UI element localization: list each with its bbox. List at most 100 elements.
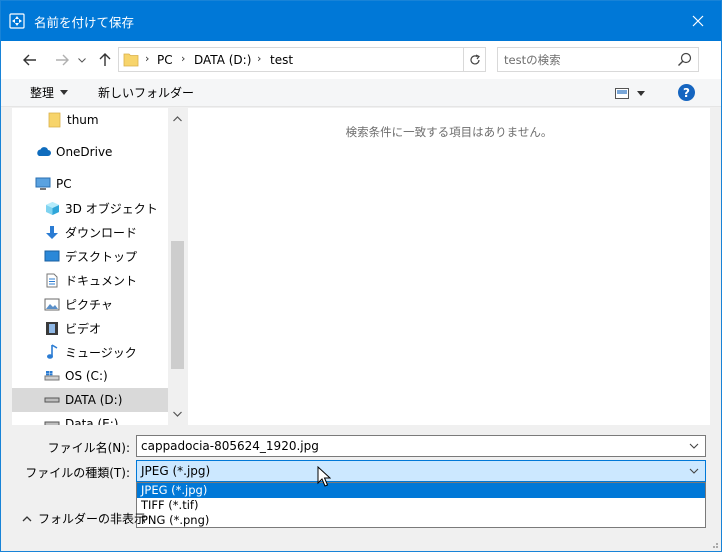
search-icon[interactable] (677, 52, 692, 67)
nav-item-label: thum (67, 113, 99, 127)
new-folder-label: 新しいフォルダー (98, 86, 195, 100)
hide-folders-button[interactable]: フォルダーの非表示 (22, 510, 146, 527)
nav-item-3d-objects[interactable]: 3D オブジェクト (12, 196, 168, 220)
breadcrumb-data-drive[interactable]: DATA (D:) (194, 53, 251, 67)
nav-item-os-c[interactable]: OS (C:) (12, 364, 168, 388)
download-icon (44, 224, 60, 240)
scroll-down-button[interactable] (171, 407, 184, 420)
navigation-pane[interactable]: thum OneDrive PC 3D オブジェクト ダウンロード デスクトップ… (12, 108, 168, 425)
forward-button[interactable] (51, 49, 73, 71)
hide-folders-label: フォルダーの非表示 (38, 512, 147, 526)
chevron-down-icon (173, 411, 182, 417)
scroll-up-button[interactable] (171, 112, 184, 125)
chevron-down-icon[interactable] (689, 467, 699, 475)
filename-input[interactable]: cappadocia-805624_1920.jpg (141, 439, 319, 453)
filename-label: ファイル名(N): (47, 441, 130, 455)
filetype-select[interactable]: JPEG (*.jpg) (136, 460, 706, 482)
new-folder-button[interactable]: 新しいフォルダー (98, 84, 194, 101)
nav-item-videos[interactable]: ビデオ (12, 316, 168, 340)
nav-item-data-e[interactable]: Data (E:) (12, 412, 168, 425)
music-icon (44, 344, 60, 360)
caret-down-icon (637, 90, 645, 96)
filetype-option-png[interactable]: PNG (*.png) (137, 513, 705, 528)
nav-item-downloads[interactable]: ダウンロード (12, 220, 168, 244)
organize-button[interactable]: 整理 (30, 84, 69, 101)
filetype-option-tiff[interactable]: TIFF (*.tif) (137, 498, 705, 513)
nav-item-label: デスクトップ (65, 249, 138, 264)
navigation-scrollbar[interactable] (168, 108, 186, 425)
chevron-up-icon (173, 115, 182, 121)
chevron-down-icon (78, 57, 86, 63)
cloud-icon (35, 144, 51, 160)
drive-icon (44, 416, 60, 425)
arrow-left-icon (23, 54, 36, 66)
save-as-dialog: 名前を付けて保存 › PC › DATA (D:) › test testの検索… (0, 0, 722, 552)
change-view-button[interactable] (615, 85, 653, 101)
nav-item-data-d[interactable]: DATA (D:) (12, 388, 168, 412)
nav-item-pc[interactable]: PC (12, 172, 168, 196)
breadcrumb-test[interactable]: test (270, 53, 293, 67)
nav-item-pictures[interactable]: ピクチャ (12, 292, 168, 316)
nav-item-onedrive[interactable]: OneDrive (12, 140, 168, 164)
nav-item-thum[interactable]: thum (12, 108, 168, 132)
caret-down-icon (60, 90, 69, 95)
nav-item-label: 3D オブジェクト (65, 201, 158, 216)
recent-locations-button[interactable] (75, 49, 89, 71)
app-icon (9, 13, 25, 29)
scroll-thumb[interactable] (171, 241, 184, 369)
address-bar[interactable]: › PC › DATA (D:) › test (118, 47, 486, 72)
refresh-icon (469, 53, 480, 64)
help-icon: ? (683, 85, 690, 100)
breadcrumb-separator: › (257, 52, 262, 65)
folder-icon (123, 53, 139, 67)
drive-icon (44, 368, 60, 384)
nav-item-desktop[interactable]: デスクトップ (12, 244, 168, 268)
nav-item-label: ピクチャ (65, 297, 113, 312)
up-button[interactable] (94, 49, 116, 71)
breadcrumb-pc[interactable]: PC (157, 53, 173, 67)
nav-item-music[interactable]: ミュージック (12, 340, 168, 364)
refresh-button[interactable] (463, 48, 485, 71)
title-bar[interactable]: 名前を付けて保存 (1, 1, 721, 41)
mouse-pointer-icon (317, 466, 331, 487)
breadcrumb-separator: › (181, 52, 186, 65)
search-input[interactable] (504, 51, 669, 68)
filename-field[interactable]: cappadocia-805624_1920.jpg (136, 435, 706, 457)
back-button[interactable] (19, 49, 41, 71)
address-row: › PC › DATA (D:) › test (1, 41, 721, 79)
chevron-up-icon (22, 515, 32, 521)
organize-label: 整理 (30, 86, 55, 100)
filetype-label: ファイルの種類(T): (25, 466, 130, 480)
close-button[interactable] (675, 1, 721, 41)
nav-item-documents[interactable]: ドキュメント (12, 268, 168, 292)
nav-item-label: OneDrive (56, 145, 113, 159)
filetype-dropdown-list[interactable]: JPEG (*.jpg) TIFF (*.tif) PNG (*.png) (136, 482, 706, 528)
nav-item-label: Data (E:) (65, 417, 119, 425)
resize-grip-icon[interactable] (708, 538, 718, 548)
cube-icon (44, 200, 60, 216)
filetype-selected-value: JPEG (*.jpg) (141, 464, 211, 478)
nav-item-label: ミュージック (65, 345, 137, 360)
help-button[interactable]: ? (678, 84, 695, 101)
document-icon (44, 272, 60, 288)
video-icon (44, 320, 60, 336)
breadcrumb-separator: › (145, 52, 150, 65)
nav-item-label: OS (C:) (65, 369, 108, 383)
computer-icon (35, 176, 51, 192)
close-icon (692, 15, 704, 27)
empty-results-message: 検索条件に一致する項目はありません。 (345, 125, 553, 139)
desktop-icon (44, 248, 60, 264)
view-icon (615, 87, 629, 99)
filetype-option-jpeg[interactable]: JPEG (*.jpg) (137, 483, 705, 498)
drive-icon (44, 392, 60, 408)
file-list-pane[interactable]: 検索条件に一致する項目はありません。 (188, 108, 710, 425)
folder-icon (46, 112, 62, 128)
nav-item-label: DATA (D:) (65, 393, 123, 407)
nav-item-label: ビデオ (65, 321, 102, 336)
nav-item-label: ドキュメント (65, 273, 138, 288)
arrow-up-icon (99, 53, 111, 66)
nav-item-label: PC (56, 177, 72, 191)
arrow-right-icon (56, 54, 69, 66)
search-box[interactable] (497, 47, 699, 72)
chevron-down-icon[interactable] (689, 442, 699, 450)
